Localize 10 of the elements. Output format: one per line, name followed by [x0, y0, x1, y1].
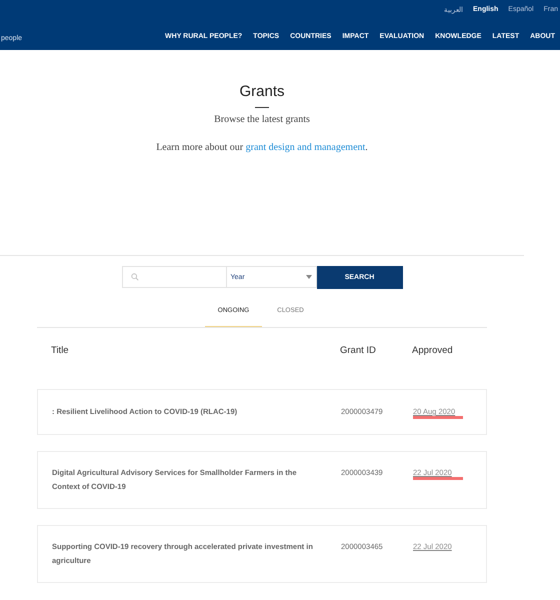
column-header: Grant ID — [340, 345, 377, 356]
column-header: Title — [51, 345, 70, 356]
page-subtitle: Browse the latest grants — [214, 114, 310, 125]
grant-design-link[interactable]: grant design and management — [246, 142, 366, 153]
caret-icon — [306, 275, 312, 279]
intro-text: Learn more about our grant design and management. — [156, 142, 368, 153]
search-field[interactable] — [122, 266, 226, 288]
column-header: Approved — [412, 345, 454, 356]
search-icon — [130, 273, 138, 281]
page-title: Grants — [239, 83, 284, 100]
